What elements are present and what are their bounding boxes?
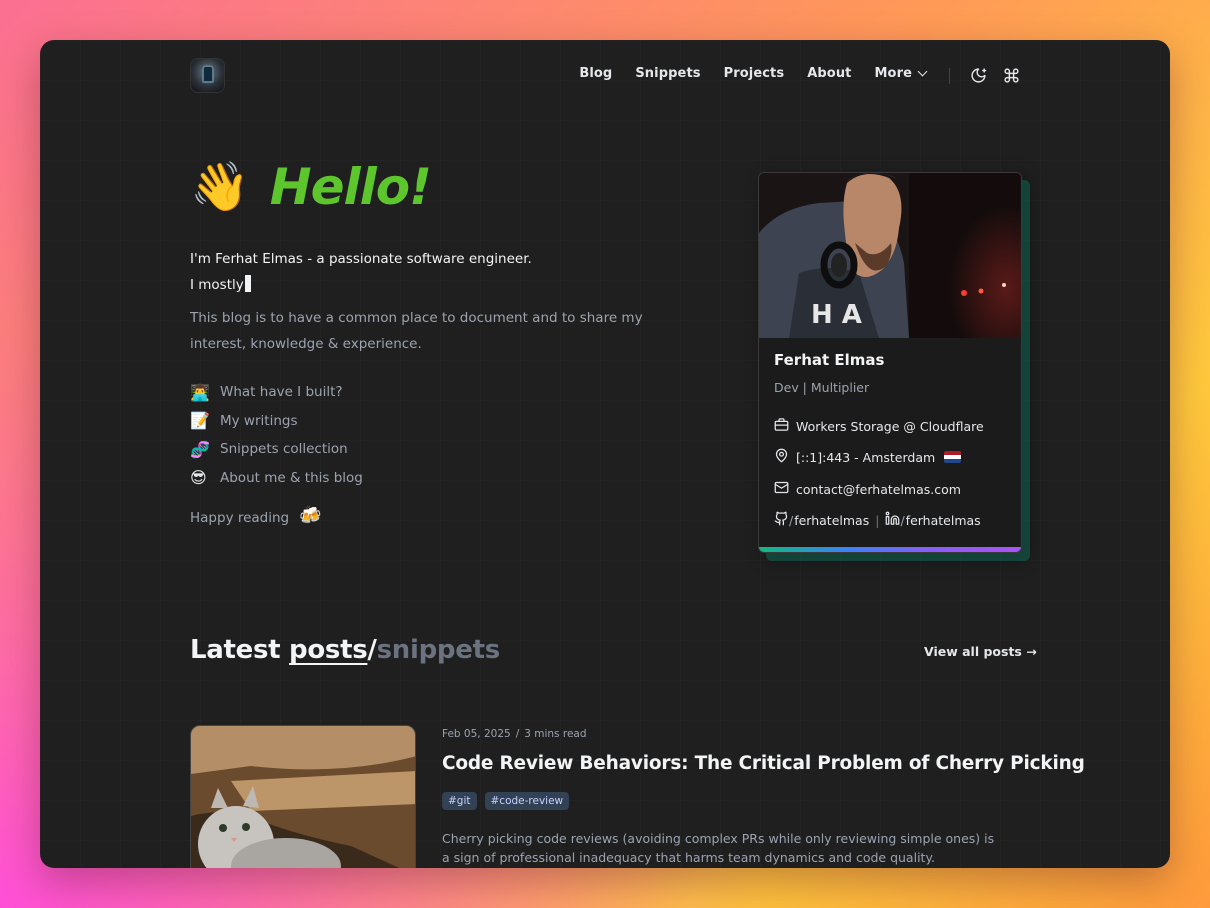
nav-link-snippets[interactable]: Snippets [635, 66, 700, 81]
nav-more-dropdown[interactable]: More [874, 66, 928, 81]
linkedin-icon [885, 511, 900, 529]
waving-hand-icon: 👋 [190, 159, 250, 215]
latest-posts-tab[interactable]: posts [289, 635, 368, 665]
browser-window: Blog Snippets Projects About More 👋 Hell… [40, 40, 1170, 868]
post-thumbnail[interactable] [190, 725, 416, 868]
intro-typing-text: I mostly [190, 277, 244, 293]
latest-snippets-tab[interactable]: snippets [377, 635, 501, 665]
profile-location: [::1]:443 - Amsterdam [796, 449, 936, 465]
hero-link-item: 📝 My writings [190, 407, 363, 436]
latest-heading: Latest posts/snippets [190, 635, 500, 665]
post-date: Feb 05, 2025 [442, 728, 511, 740]
chevron-down-icon [917, 66, 928, 77]
tag-git[interactable]: #git [442, 792, 477, 810]
hero-link-item: 👨‍💻 What have I built? [190, 378, 363, 407]
happy-reading: Happy reading 🍻 [190, 505, 322, 527]
nav-link-blog[interactable]: Blog [579, 66, 612, 81]
github-handle: ferhatelmas [794, 512, 870, 528]
post-tags: #git #code-review [442, 792, 570, 810]
nav-divider [949, 68, 950, 84]
github-icon [774, 511, 789, 529]
profile-social-row: / ferhatelmas | / ferhatelmas [774, 511, 981, 529]
technologist-icon: 👨‍💻 [190, 382, 210, 402]
hero-link-item: 🧬 Snippets collection [190, 435, 363, 464]
linkedin-link[interactable]: / ferhatelmas [885, 511, 981, 529]
netherlands-flag-icon [944, 451, 962, 463]
map-pin-icon [774, 448, 789, 466]
beer-mugs-icon: 🍻 [299, 504, 322, 526]
profile-email-row: contact@ferhatelmas.com [774, 480, 961, 498]
svg-text:H A: H A [811, 300, 862, 330]
linkedin-handle: ferhatelmas [905, 512, 981, 528]
sunglasses-face-icon: 😎 [190, 468, 207, 488]
latest-heading-slash: / [367, 635, 377, 665]
nav-links: Blog Snippets Projects About More [579, 66, 928, 81]
hero-link-writings[interactable]: My writings [220, 413, 297, 429]
hero-link-item: 😎 About me & this blog [190, 464, 363, 493]
view-all-posts-link[interactable]: View all posts → [924, 644, 1037, 659]
post-read-time: 3 mins read [524, 728, 587, 740]
blog-description: This blog is to have a common place to d… [190, 310, 643, 352]
profile-location-row: [::1]:443 - Amsterdam [774, 448, 962, 466]
profile-job: Workers Storage @ Cloudflare [796, 418, 984, 434]
top-nav: Blog Snippets Projects About More [190, 58, 1022, 96]
nav-link-about[interactable]: About [807, 66, 851, 81]
github-slash: / [789, 512, 794, 528]
post-title-link[interactable]: Code Review Behaviors: The Critical Prob… [442, 753, 1085, 774]
post-meta: Feb 05, 2025 / 3 mins read [442, 728, 587, 740]
memo-icon: 📝 [190, 411, 210, 431]
briefcase-icon [774, 417, 789, 435]
post-meta-separator: / [515, 728, 520, 740]
intro-line-2: I mostly [190, 272, 532, 298]
hero-link-about[interactable]: About me & this blog [220, 470, 363, 486]
profile-job-row: Workers Storage @ Cloudflare [774, 417, 984, 435]
hero-heading: 👋 Hello! [190, 158, 432, 216]
intro-line-1: I'm Ferhat Elmas - a passionate software… [190, 251, 532, 267]
happy-reading-text: Happy reading [190, 510, 290, 526]
theme-toggle-moon-icon[interactable] [968, 65, 988, 85]
site-logo-avatar[interactable] [190, 58, 225, 93]
profile-photo: H A [759, 173, 1021, 338]
profile-role: Dev | Multiplier [774, 380, 870, 395]
profile-card: H A Ferhat Elmas Dev | Multiplier Worker… [758, 172, 1022, 553]
intro-text: I'm Ferhat Elmas - a passionate software… [190, 246, 532, 298]
hello-title: Hello! [269, 158, 432, 216]
hero-links-list: 👨‍💻 What have I built? 📝 My writings 🧬 S… [190, 378, 363, 492]
mail-icon [774, 480, 789, 498]
post-excerpt: Cherry picking code reviews (avoiding co… [442, 831, 995, 865]
card-gradient-bar [759, 547, 1021, 552]
nav-more-label: More [874, 66, 912, 81]
nav-link-projects[interactable]: Projects [724, 66, 785, 81]
hero-link-snippets[interactable]: Snippets collection [220, 441, 348, 457]
linkedin-slash: / [900, 512, 905, 528]
latest-heading-word: Latest [190, 635, 281, 665]
hero-link-projects[interactable]: What have I built? [220, 384, 343, 400]
dna-icon: 🧬 [190, 439, 210, 459]
command-icon[interactable] [1001, 65, 1021, 85]
github-link[interactable]: / ferhatelmas [774, 511, 869, 529]
profile-email-link[interactable]: contact@ferhatelmas.com [796, 482, 961, 497]
profile-name: Ferhat Elmas [774, 351, 885, 369]
typing-cursor [244, 275, 251, 292]
tag-code-review[interactable]: #code-review [484, 792, 570, 810]
social-separator: | [875, 512, 880, 528]
